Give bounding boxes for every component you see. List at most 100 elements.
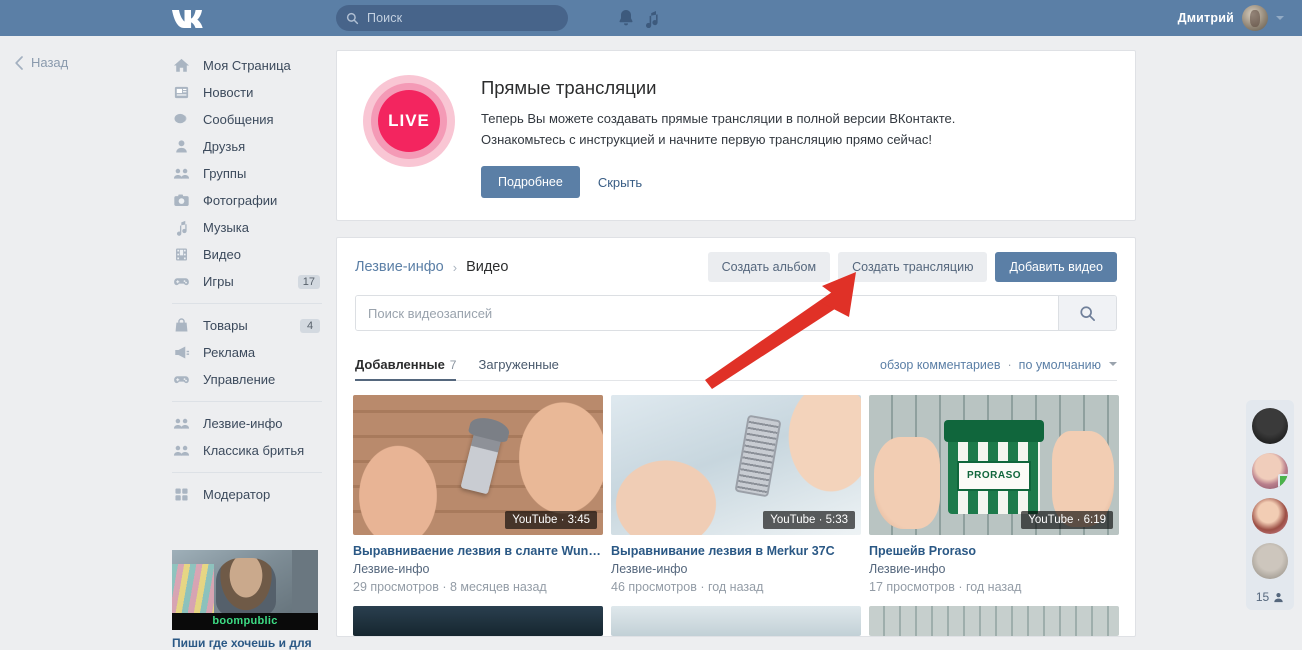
breadcrumb-current: Видео <box>466 259 509 275</box>
video-card[interactable]: YouTube · 5:33 Выравнивание лезвия в Mer… <box>611 395 861 594</box>
video-grid: YouTube · 3:45 Выравниваение лезвия в сл… <box>337 381 1135 594</box>
sidebar-item-ads[interactable]: Реклама <box>160 339 330 366</box>
news-icon <box>172 84 190 102</box>
avatar[interactable] <box>1252 453 1288 489</box>
bag-icon <box>172 317 190 335</box>
sidebar-item-photos[interactable]: Фотографии <box>160 187 330 214</box>
avatar[interactable] <box>1252 408 1288 444</box>
sidebar-label: Сообщения <box>203 112 274 127</box>
add-video-button[interactable]: Добавить видео <box>995 252 1117 282</box>
chevron-down-icon[interactable] <box>1109 362 1117 366</box>
sidebar-item-video[interactable]: Видео <box>160 241 330 268</box>
video-meta: 17 просмотров · год назад <box>869 580 1022 594</box>
breadcrumb-owner[interactable]: Лезвие-инфо <box>355 259 444 275</box>
sidebar-label: Игры <box>203 274 234 289</box>
megaphone-icon <box>172 344 190 362</box>
hide-banner-button[interactable]: Скрыть <box>598 175 642 190</box>
video-search-input[interactable] <box>356 296 1058 330</box>
sidebar-label: Моя Страница <box>203 58 291 73</box>
video-title[interactable]: Выравнивание лезвия в Merkur 37C <box>611 544 861 558</box>
tab-added[interactable]: Добавленные 7 <box>355 357 457 381</box>
sidebar-label: Классика бритья <box>203 443 305 458</box>
vk-logo[interactable] <box>170 7 210 29</box>
users-icon <box>172 442 190 460</box>
online-friends-rail: 15 <box>1246 400 1294 610</box>
ad-image: boompublic <box>172 550 318 630</box>
create-stream-button[interactable]: Создать трансляцию <box>838 252 988 282</box>
divider <box>172 401 322 402</box>
search-icon[interactable] <box>1058 296 1116 330</box>
sort-select[interactable]: по умолчанию <box>1019 358 1101 372</box>
online-count-value: 15 <box>1255 590 1270 604</box>
sidebar-item-my-page[interactable]: Моя Страница <box>160 52 330 79</box>
sidebar-item-messages[interactable]: Сообщения <box>160 106 330 133</box>
video-title[interactable]: Прешейв Proraso <box>869 544 1119 558</box>
chevron-left-icon <box>14 55 24 70</box>
account-menu[interactable]: Дмитрий <box>1178 5 1284 31</box>
music-icon[interactable] <box>641 8 661 28</box>
sidebar-label: Фотографии <box>203 193 278 208</box>
main-content: LIVE Прямые трансляции Теперь Вы можете … <box>336 50 1136 637</box>
sidebar-label: Группы <box>203 166 247 181</box>
sidebar-label: Лезвие-инфо <box>203 416 283 431</box>
back-link-label: Назад <box>31 55 69 70</box>
video-search-bar[interactable] <box>355 295 1117 331</box>
sidebar-label: Модератор <box>203 487 271 502</box>
video-duration-badge: YouTube · 6:19 <box>1021 511 1113 529</box>
avatar[interactable] <box>1252 498 1288 534</box>
sidebar-item-music[interactable]: Музыка <box>160 214 330 241</box>
sidebar-item-friends[interactable]: Друзья <box>160 133 330 160</box>
sidebar-item-lezvie-info[interactable]: Лезвие-инфо <box>160 410 330 437</box>
camera-icon <box>172 192 190 210</box>
sidebar-item-groups[interactable]: Группы <box>160 160 330 187</box>
video-thumbnail[interactable] <box>869 606 1119 636</box>
global-search-placeholder: Поиск <box>367 11 403 25</box>
global-search-box[interactable]: Поиск <box>336 5 568 31</box>
tab-uploaded-label: Загруженные <box>478 357 559 372</box>
video-title[interactable]: Выравниваение лезвия в сланте Wunde... <box>353 544 603 558</box>
comments-review-link[interactable]: обзор комментариев <box>880 358 1000 372</box>
tab-added-label: Добавленные <box>355 357 445 372</box>
video-thumbnail[interactable] <box>353 606 603 636</box>
video-card[interactable]: PRORASO YouTube · 6:19 Прешейв Proraso Л… <box>869 395 1119 594</box>
banner-line-2: Ознакомьтесь с инструкцией и начните пер… <box>481 132 932 147</box>
learn-more-button[interactable]: Подробнее <box>481 166 580 198</box>
mobile-online-icon <box>1278 474 1288 488</box>
breadcrumb: Лезвие-инфо › Видео <box>355 259 508 275</box>
video-duration-badge: YouTube · 3:45 <box>505 511 597 529</box>
grid-icon <box>172 486 190 504</box>
sidebar-label: Музыка <box>203 220 249 235</box>
ad-brand: boompublic <box>172 613 318 630</box>
person-icon <box>1273 592 1284 603</box>
sidebar-item-moderator[interactable]: Модератор <box>160 481 330 508</box>
tab-added-count: 7 <box>449 358 457 372</box>
sidebar-item-news[interactable]: Новости <box>160 79 330 106</box>
account-name: Дмитрий <box>1177 11 1234 25</box>
live-badge-icon: LIVE <box>363 75 455 167</box>
music-note-icon <box>172 219 190 237</box>
video-thumbnail[interactable]: PRORASO YouTube · 6:19 <box>869 395 1119 535</box>
video-card[interactable]: YouTube · 3:45 Выравниваение лезвия в сл… <box>353 395 603 594</box>
bell-icon[interactable] <box>616 8 636 28</box>
ad-text: Пиши где хочешь и для <box>172 636 312 650</box>
create-album-button[interactable]: Создать альбом <box>707 252 831 282</box>
online-count[interactable]: 15 <box>1256 590 1284 604</box>
sidebar-item-klassika-britya[interactable]: Классика бритья <box>160 437 330 464</box>
avatar[interactable] <box>1252 543 1288 579</box>
sidebar-label: Реклама <box>203 345 256 360</box>
tab-uploaded[interactable]: Загруженные <box>478 357 558 380</box>
video-thumbnail[interactable] <box>611 606 861 636</box>
avatar <box>1242 5 1268 31</box>
video-meta: 29 просмотров · 8 месяцев назад <box>353 580 547 594</box>
back-link[interactable]: Назад <box>14 55 68 70</box>
video-thumbnail[interactable]: YouTube · 3:45 <box>353 395 603 535</box>
sidebar-item-products[interactable]: Товары 4 <box>160 312 330 339</box>
sidebar-badge: 4 <box>300 318 320 333</box>
sidebar-item-games[interactable]: Игры 17 <box>160 268 330 295</box>
sidebar-item-management[interactable]: Управление <box>160 366 330 393</box>
sidebar-label: Товары <box>203 318 248 333</box>
sidebar-ad[interactable]: boompublic Пиши где хочешь и для <box>172 550 318 650</box>
video-thumbnail[interactable]: YouTube · 5:33 <box>611 395 861 535</box>
home-icon <box>172 57 190 75</box>
user-icon <box>172 138 190 156</box>
